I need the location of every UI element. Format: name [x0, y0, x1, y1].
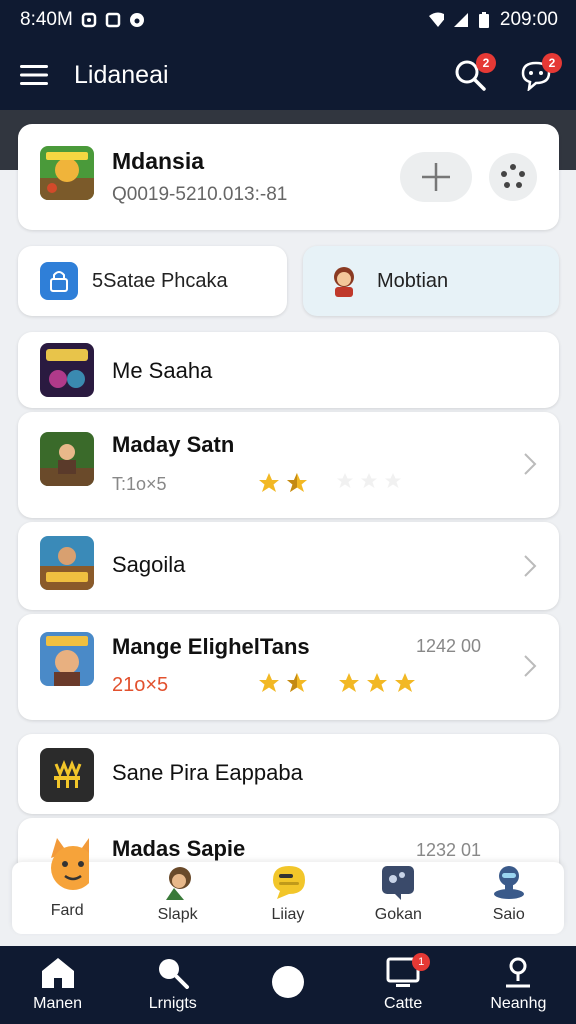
nav-badge: 1	[412, 953, 431, 971]
star-icon	[395, 673, 415, 692]
signal-icon	[452, 12, 468, 28]
game-thumb	[40, 432, 94, 486]
game-thumb	[40, 632, 94, 686]
chevron-right-icon	[524, 555, 537, 577]
star-half-icon	[287, 673, 307, 692]
search-badge: 2	[476, 53, 496, 73]
dock-item-gokan[interactable]: Gokan	[352, 862, 444, 924]
dock-item-fard[interactable]: Fard	[21, 838, 113, 920]
list-item-meta: 21o×5	[112, 674, 169, 696]
wifi-icon	[428, 12, 444, 28]
profile-icon	[506, 957, 531, 988]
dock-label: Liiay	[271, 906, 305, 923]
star-half-icon	[287, 473, 307, 492]
game-thumb	[40, 343, 94, 397]
star-icon	[339, 673, 359, 692]
status-clock: 209:00	[499, 9, 558, 30]
list-item[interactable]: Me Saaha	[18, 332, 559, 408]
cat-face-icon	[45, 836, 90, 898]
plus-icon	[422, 163, 450, 191]
list-item-meta: T:1o×5	[112, 474, 167, 494]
nav-profile[interactable]: Neanhg	[463, 957, 573, 1013]
app-notice-icon	[129, 12, 145, 28]
dock-item-liiay[interactable]: Liiay	[242, 862, 334, 924]
home-icon	[41, 958, 74, 988]
add-button[interactable]	[400, 152, 472, 202]
list-item-value: 1232 01	[416, 840, 482, 860]
lock-app-icon	[40, 262, 78, 300]
dock-item-saio[interactable]: Saio	[463, 862, 555, 924]
list-item[interactable]: Sane Pira Eappaba	[18, 734, 559, 814]
notification-icon	[81, 12, 97, 28]
dock-label: Gokan	[374, 906, 422, 923]
person-icon	[156, 862, 200, 902]
list-item-value: 1242 00	[416, 636, 482, 656]
nav-label: Catte	[384, 995, 423, 1012]
battery-icon	[476, 12, 492, 28]
list-item-title: Sagoila	[112, 552, 186, 577]
status-right: 209:00	[428, 9, 558, 31]
dots-icon	[501, 164, 525, 188]
bottom-navigation: Manen Lrnigts 1 Catte Neanhg	[0, 946, 576, 1024]
list-item-title: Madas Sapie	[112, 836, 246, 861]
status-bar: 8:40M 209:00	[0, 0, 576, 40]
robot-icon	[487, 862, 531, 902]
status-left: 8:40M	[20, 9, 145, 31]
nav-label: Neanhg	[490, 995, 547, 1012]
dock-item-slapk[interactable]: Slapk	[132, 862, 224, 924]
shortcut-dock: Fard Slapk Liiay Gokan Saio	[12, 838, 564, 934]
chevron-right-icon	[524, 655, 537, 677]
featured-id: Q0019-5210.013:-81	[112, 184, 288, 205]
menu-icon[interactable]	[20, 64, 48, 86]
star-empty-icon	[361, 473, 377, 488]
list-item-title: Sane Pira Eappaba	[112, 760, 303, 785]
game-thumb	[40, 536, 94, 590]
nav-label: Lrnigts	[148, 995, 197, 1012]
status-time: 8:40M	[20, 9, 73, 30]
nav-home[interactable]: Manen	[3, 957, 113, 1013]
notifications-button[interactable]: 2	[516, 53, 562, 95]
photo-icon	[376, 862, 420, 902]
app-bar: Lidaneai 2 2	[0, 40, 576, 110]
star-icon	[259, 473, 279, 492]
notifications-badge: 2	[542, 53, 562, 73]
star-icon	[367, 673, 387, 692]
more-button[interactable]	[489, 153, 537, 201]
star-icon	[259, 673, 279, 692]
circle-icon	[271, 966, 304, 998]
app-title: Lidaneai	[74, 60, 169, 89]
featured-card[interactable]: Mdansia Q0019-5210.013:-81	[18, 124, 559, 230]
nav-center[interactable]	[233, 965, 343, 1005]
search-icon	[158, 959, 189, 989]
list-item[interactable]: Maday Satn T:1o×5	[18, 412, 559, 518]
rating-stars	[258, 472, 402, 494]
nav-catte[interactable]: 1 Catte	[348, 953, 458, 1013]
chip-mobtian[interactable]: Mobtian	[303, 246, 559, 316]
search-button[interactable]: 2	[450, 53, 496, 95]
chevron-right-icon	[524, 453, 537, 475]
star-empty-icon	[385, 473, 401, 488]
sim-icon	[105, 12, 121, 28]
dock-label: Saio	[492, 906, 525, 923]
character-avatar-icon	[325, 262, 363, 300]
dock-label: Fard	[50, 902, 84, 919]
nav-label: Manen	[33, 995, 83, 1012]
dock-label: Slapk	[157, 906, 198, 923]
chat-bubble-icon	[266, 862, 310, 902]
list-item[interactable]: Sagoila	[18, 522, 559, 610]
nav-search[interactable]: Lrnigts	[118, 957, 228, 1013]
game-thumb	[40, 748, 94, 802]
chip-label: Mobtian	[377, 269, 449, 292]
rating-stars	[258, 672, 416, 694]
list-item-title: Mange ElighelTans	[112, 634, 310, 659]
list-item[interactable]: Mange ElighelTans 1242 00 21o×5	[18, 614, 559, 720]
featured-game-thumb	[40, 146, 94, 200]
chip-satae[interactable]: 5Satae Phcaka	[18, 246, 287, 316]
chip-label: 5Satae Phcaka	[92, 269, 228, 292]
star-empty-icon	[337, 473, 353, 488]
list-item-title: Me Saaha	[112, 358, 213, 383]
list-item-title: Maday Satn	[112, 432, 235, 457]
featured-name: Mdansia	[112, 148, 205, 174]
